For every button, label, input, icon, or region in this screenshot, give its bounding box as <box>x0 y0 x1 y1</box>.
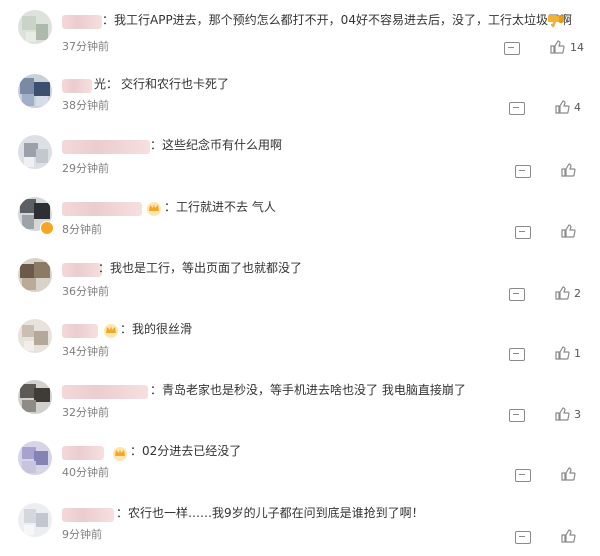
username-blurred[interactable] <box>62 15 102 29</box>
comment-text: ：这些纪念币有什么用啊 <box>150 138 283 152</box>
comment-item: ：工行就进不去 气人 8分钟前 <box>0 187 600 248</box>
reply-button[interactable] <box>509 288 525 301</box>
like-button[interactable] <box>560 162 576 178</box>
like-button[interactable] <box>560 466 576 482</box>
avatar[interactable] <box>18 503 52 537</box>
comment-text: ：工行就进不去 气人 <box>164 200 276 214</box>
like-button[interactable] <box>554 99 570 115</box>
reply-button[interactable] <box>509 348 525 361</box>
comment-time: 38分钟前 <box>62 99 109 112</box>
reply-button[interactable] <box>515 165 531 178</box>
like-count: 2 <box>574 287 581 300</box>
comment-time: 40分钟前 <box>62 466 109 479</box>
thumbs-down-icon <box>547 15 563 28</box>
reply-button[interactable] <box>509 102 525 115</box>
like-button[interactable] <box>554 406 570 422</box>
comment-time: 36分钟前 <box>62 285 109 298</box>
avatar[interactable] <box>18 258 52 292</box>
username-suffix: 光： <box>94 77 119 91</box>
like-count: 1 <box>574 347 581 360</box>
comment-text: ：我的很丝滑 <box>120 322 193 336</box>
like-button[interactable] <box>554 345 570 361</box>
crown-icon <box>104 324 118 338</box>
comment-item: ：青岛老家也是秒没，等手机进去啥也没了 我电脑直接崩了 32分钟前 3 <box>0 370 600 431</box>
username-blurred[interactable] <box>62 446 104 460</box>
comment-time: 37分钟前 <box>62 40 109 53</box>
reply-button[interactable] <box>515 531 531 544</box>
reply-button[interactable] <box>515 226 531 239</box>
comment-time: 32分钟前 <box>62 406 109 419</box>
verified-badge <box>40 221 54 235</box>
crown-icon <box>113 447 127 461</box>
avatar[interactable] <box>18 74 52 108</box>
avatar[interactable] <box>18 10 52 44</box>
like-button[interactable] <box>560 223 576 239</box>
crown-icon <box>147 202 161 216</box>
comment-text: ：青岛老家也是秒没，等手机进去啥也没了 我电脑直接崩了 <box>150 383 466 397</box>
username-blurred[interactable] <box>62 140 150 154</box>
comment-item: ：农行也一样……我9岁的儿子都在问到底是谁抢到了啊！ 9分钟前 <box>0 493 600 554</box>
comment-time: 8分钟前 <box>62 223 102 236</box>
comment-item: ：我也是工行，等出页面了也就都没了 36分钟前 2 <box>0 248 600 309</box>
like-button[interactable] <box>554 285 570 301</box>
comment-time: 34分钟前 <box>62 345 109 358</box>
reply-button[interactable] <box>504 42 520 55</box>
avatar[interactable] <box>18 441 52 475</box>
comment-text: ：02分进去已经没了 <box>130 444 242 458</box>
like-count: 14 <box>570 41 584 54</box>
comment-item: ：02分进去已经没了 40分钟前 <box>0 431 600 492</box>
like-button[interactable] <box>549 39 565 55</box>
comment-item: ：我的很丝滑 34分钟前 1 <box>0 309 600 370</box>
reply-button[interactable] <box>515 469 531 482</box>
avatar[interactable] <box>18 135 52 169</box>
comment-text: ：我也是工行，等出页面了也就都没了 <box>98 261 303 275</box>
username-blurred[interactable] <box>62 324 98 338</box>
username-blurred[interactable] <box>62 202 142 216</box>
like-count: 3 <box>574 408 581 421</box>
avatar[interactable] <box>18 319 52 353</box>
username-blurred[interactable] <box>62 508 114 522</box>
comment-item: 光： 交行和农行也卡死了 38分钟前 4 <box>0 64 600 125</box>
username-blurred[interactable] <box>62 385 148 399</box>
avatar[interactable] <box>18 380 52 414</box>
comment-item: ：我工行APP进去，那个预约怎么都打不开，04好不容易进去后，没了，工行太垃圾了… <box>0 0 600 61</box>
comment-item: ：这些纪念币有什么用啊 29分钟前 <box>0 125 600 186</box>
comment-text: 交行和农行也卡死了 <box>121 77 230 91</box>
username-blurred[interactable] <box>62 263 102 277</box>
comment-text: ：我工行APP进去，那个预约怎么都打不开，04好不容易进去后，没了，工行太垃圾了… <box>102 13 572 27</box>
username-blurred[interactable] <box>62 79 92 93</box>
comment-time: 29分钟前 <box>62 162 109 175</box>
like-button[interactable] <box>560 528 576 544</box>
reply-button[interactable] <box>509 409 525 422</box>
comment-text: ：农行也一样……我9岁的儿子都在问到底是谁抢到了啊！ <box>116 506 424 520</box>
like-count: 4 <box>574 101 581 114</box>
comment-time: 9分钟前 <box>62 528 102 541</box>
